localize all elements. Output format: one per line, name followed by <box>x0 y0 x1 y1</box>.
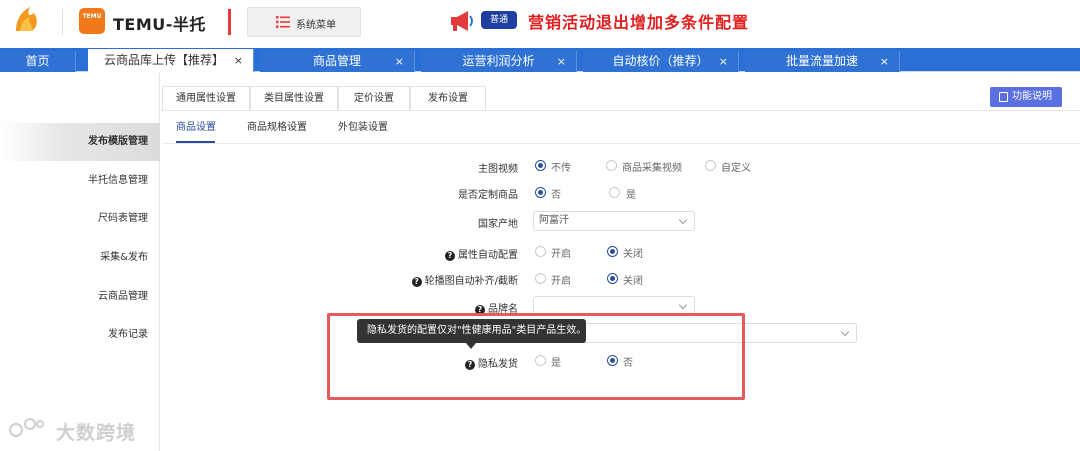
tab-category-attributes[interactable]: 类目属性设置 <box>250 86 338 110</box>
radio-label: 关闭 <box>623 276 643 287</box>
tab-label: 首页 <box>25 54 50 68</box>
app-header: TEMU TEMU-半托 系统菜单 普通 营销活动退出增加多条件配置 <box>0 0 1080 44</box>
radio-label: 开启 <box>551 249 571 260</box>
tab-cloud-upload[interactable]: 云商品库上传【推荐】 × <box>88 49 254 72</box>
sidebar: 发布模版管理 半托信息管理 尺码表管理 采集&发布 云商品管理 发布记录 <box>0 73 160 451</box>
sidebar-item-template-management[interactable]: 发布模版管理 <box>0 123 160 161</box>
tab-home[interactable]: 首页 <box>0 51 76 72</box>
sidebar-item-publish-records[interactable]: 发布记录 <box>0 316 160 354</box>
carousel-off-radio[interactable] <box>607 273 618 284</box>
chevron-down-icon <box>678 300 688 310</box>
system-menu-button[interactable]: 系统菜单 <box>247 7 361 37</box>
radio-label: 不传 <box>551 163 571 174</box>
tab-traffic-boost[interactable]: 批量流量加速 × <box>745 51 900 72</box>
origin-label: 国家产地 <box>478 219 518 230</box>
main-video-none-radio[interactable] <box>535 160 546 171</box>
origin-select[interactable]: 阿富汗 <box>533 211 695 231</box>
main-video-label: 主图视频 <box>478 164 518 175</box>
auto-attr-label-text: 属性自动配置 <box>458 250 518 261</box>
custom-product-no-radio[interactable] <box>535 187 546 198</box>
tab-label: 商品管理 <box>312 54 361 68</box>
sidebar-item-collect-publish[interactable]: 采集&发布 <box>0 239 160 277</box>
subtab-divider <box>162 143 1080 144</box>
document-icon <box>999 92 1008 102</box>
subtab-product-settings[interactable]: 商品设置 <box>176 118 216 133</box>
radio-label: 是 <box>626 190 636 201</box>
header-divider <box>62 9 63 35</box>
tab-label: 云商品库上传【推荐】 <box>104 53 225 67</box>
flame-logo-icon <box>16 7 37 31</box>
brand-title: TEMU-半托 <box>113 15 206 34</box>
highlight-box <box>327 313 745 400</box>
close-icon[interactable]: × <box>719 51 728 72</box>
tab-label: 自动核价（推荐） <box>612 54 709 68</box>
chevron-down-icon <box>678 215 688 225</box>
tab-general-attributes[interactable]: 通用属性设置 <box>162 86 250 110</box>
auto-attr-label: ? 属性自动配置 <box>358 246 518 261</box>
question-icon[interactable]: ? <box>411 277 422 287</box>
radio-label: 否 <box>551 190 561 201</box>
sidebar-item-semi-managed-info[interactable]: 半托信息管理 <box>0 162 160 200</box>
close-icon[interactable]: × <box>880 51 889 72</box>
question-icon[interactable]: ? <box>445 251 455 261</box>
watermark: 大数跨境 <box>10 418 136 445</box>
temu-logo: TEMU <box>79 8 105 34</box>
main-video-custom-radio[interactable] <box>705 160 716 171</box>
tab-pricing[interactable]: 定价设置 <box>338 86 410 110</box>
notice-text[interactable]: 营销活动退出增加多条件配置 <box>528 9 749 33</box>
radio-label: 自定义 <box>721 163 751 174</box>
radio-label: 商品采集视频 <box>622 163 682 174</box>
origin-value: 阿富汗 <box>539 215 569 226</box>
tab-profit-analysis[interactable]: 运营利润分析 × <box>421 51 577 72</box>
tab-auto-pricing[interactable]: 自动核价（推荐） × <box>583 51 739 72</box>
chevron-down-icon <box>840 327 850 337</box>
close-icon[interactable]: × <box>234 49 243 72</box>
tab-product-management[interactable]: 商品管理 × <box>260 51 415 72</box>
help-button[interactable]: 功能说明 <box>990 87 1062 107</box>
sidebar-item-size-chart[interactable]: 尺码表管理 <box>0 200 160 238</box>
subtab-packaging-settings[interactable]: 外包装设置 <box>338 118 388 133</box>
tab-label: 运营利润分析 <box>462 54 535 68</box>
close-icon[interactable]: × <box>557 51 566 72</box>
help-button-label: 功能说明 <box>1012 91 1052 102</box>
custom-product-label: 是否定制商品 <box>458 190 518 201</box>
tab-label: 批量流量加速 <box>785 54 858 68</box>
list-icon <box>276 16 290 28</box>
megaphone-icon <box>451 11 473 31</box>
carousel-label: ? 轮播图自动补齐/截断 <box>358 272 518 287</box>
tab-publish[interactable]: 发布设置 <box>410 86 486 110</box>
custom-product-yes-radio[interactable] <box>609 187 620 198</box>
system-menu-label: 系统菜单 <box>296 20 336 31</box>
auto-attr-on-radio[interactable] <box>535 246 546 257</box>
carousel-label-text: 轮播图自动补齐/截断 <box>424 276 518 287</box>
carousel-on-radio[interactable] <box>535 273 546 284</box>
nav-tab-bar: 首页 云商品库上传【推荐】 × 商品管理 × 运营利润分析 × 自动核价（推荐） × 批… <box>0 48 1080 72</box>
tab-divider <box>162 110 1080 111</box>
subtab-spec-settings[interactable]: 商品规格设置 <box>247 118 307 133</box>
sidebar-item-cloud-products[interactable]: 云商品管理 <box>0 278 160 316</box>
radio-label: 关闭 <box>623 249 643 260</box>
main-video-collected-radio[interactable] <box>606 160 617 171</box>
radio-label: 开启 <box>551 276 571 287</box>
auto-attr-off-radio[interactable] <box>607 246 618 257</box>
close-icon[interactable]: × <box>395 51 404 72</box>
notice-tag: 普通 <box>481 11 517 29</box>
header-accent-bar <box>228 9 231 35</box>
watermark-text: 大数跨境 <box>56 422 137 444</box>
